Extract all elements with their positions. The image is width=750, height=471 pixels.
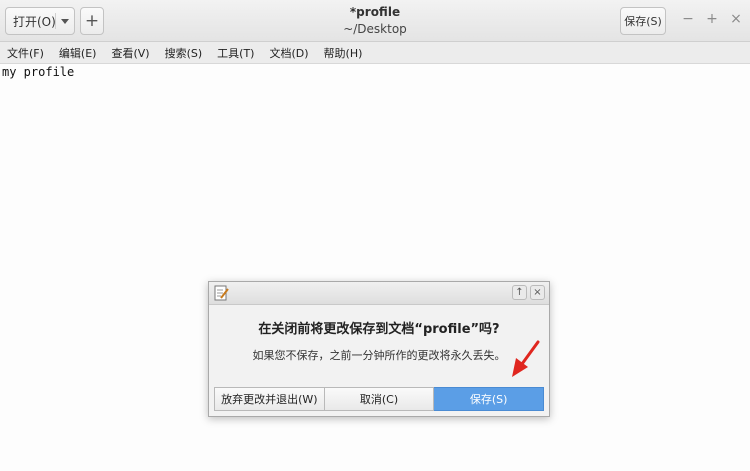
dialog-button-row: 放弃更改并退出(W) 取消(C) 保存(S) xyxy=(214,387,545,411)
dialog-titlebar: ↑ × xyxy=(209,282,549,305)
maximize-icon[interactable]: + xyxy=(705,12,719,26)
menu-view[interactable]: 查看(V) xyxy=(111,45,149,61)
dialog-heading: 在关闭前将更改保存到文档“profile”吗? xyxy=(258,322,500,337)
save-changes-dialog: ↑ × 在关闭前将更改保存到文档“profile”吗? 如果您不保存，之前一分钟… xyxy=(208,281,550,417)
dialog-save-button[interactable]: 保存(S) xyxy=(434,387,545,411)
menu-help[interactable]: 帮助(H) xyxy=(324,45,363,61)
save-button[interactable]: 保存(S) xyxy=(620,7,666,35)
discard-and-quit-button[interactable]: 放弃更改并退出(W) xyxy=(214,387,325,411)
dialog-close-icon[interactable]: × xyxy=(530,285,545,300)
minimize-icon[interactable]: − xyxy=(681,12,695,26)
close-icon[interactable]: × xyxy=(729,12,743,26)
text-editor-icon xyxy=(214,285,229,301)
cancel-button[interactable]: 取消(C) xyxy=(324,387,435,411)
header-bar: 打开(O) + *profile ~/Desktop 保存(S) − + × xyxy=(0,0,750,42)
menu-edit[interactable]: 编辑(E) xyxy=(59,45,97,61)
menu-documents[interactable]: 文档(D) xyxy=(269,45,308,61)
red-arrow-annotation xyxy=(512,340,540,377)
menu-tools[interactable]: 工具(T) xyxy=(217,45,254,61)
menu-search[interactable]: 搜索(S) xyxy=(165,45,203,61)
dialog-message: 如果您不保存，之前一分钟所作的更改将永久丢失。 xyxy=(252,349,506,362)
dialog-up-icon[interactable]: ↑ xyxy=(512,285,527,300)
menu-file[interactable]: 文件(F) xyxy=(7,45,44,61)
editor-text-line[interactable]: my profile xyxy=(2,65,74,79)
menu-bar: 文件(F) 编辑(E) 查看(V) 搜索(S) 工具(T) 文档(D) 帮助(H… xyxy=(0,42,750,64)
